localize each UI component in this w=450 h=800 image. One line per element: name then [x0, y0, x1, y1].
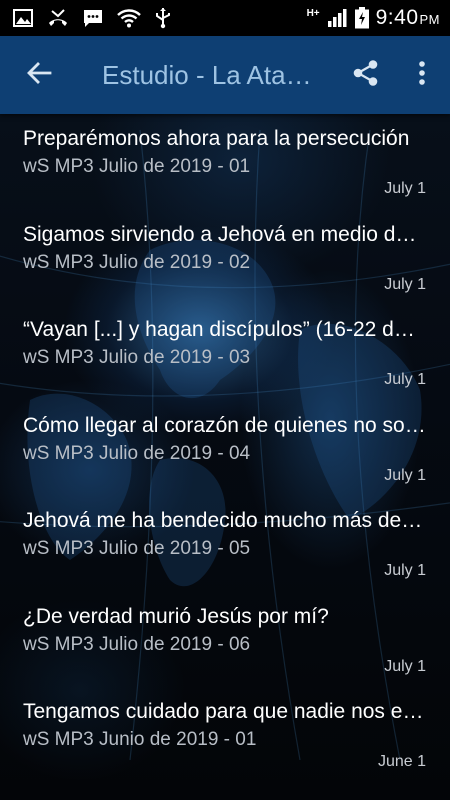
list-item[interactable]: Preparémonos ahora para la persecución w…: [0, 114, 450, 210]
status-bar: H+ 9:40PM: [0, 0, 450, 36]
item-title: ¿De verdad murió Jesús por mí?: [23, 604, 329, 628]
arrow-back-icon: [26, 61, 52, 90]
item-date: June 1: [377, 753, 426, 770]
item-date: July 1: [384, 466, 426, 484]
signal-icon: [326, 7, 348, 29]
list-item[interactable]: “Vayan [...] y hagan discípulos” (16-22 …: [0, 305, 450, 401]
usb-icon: [152, 7, 174, 29]
item-date: July 1: [384, 562, 426, 579]
item-subtitle: wS MP3 Julio de 2019 - 06: [23, 633, 251, 655]
battery-charging-icon: [354, 7, 370, 29]
item-date: July 1: [384, 371, 426, 388]
list-item[interactable]: Tengamos cuidado para que nadie nos enga…: [0, 687, 450, 783]
page-title: Estudio - La Atalaya: [102, 59, 316, 90]
item-title: Tengamos cuidado para que nadie nos enga…: [23, 700, 426, 723]
share-icon: [352, 59, 380, 92]
clock: 9:40PM: [375, 6, 440, 29]
item-subtitle: wS MP3 Julio de 2019 - 05: [23, 538, 251, 559]
image-icon: [12, 7, 34, 29]
app-bar: Estudio - La Atalaya: [0, 36, 450, 114]
list-item[interactable]: Cómo llegar al corazón de quienes no son…: [0, 401, 450, 497]
item-date: July 1: [384, 275, 426, 293]
item-title: “Vayan [...] y hagan discípulos” (16-22 …: [23, 318, 426, 341]
item-date: July 1: [384, 657, 426, 675]
item-subtitle: wS MP3 Julio de 2019 - 01: [23, 156, 251, 177]
item-title: Jehová me ha bendecido mucho más de lo q…: [23, 509, 426, 532]
network-type: H+: [306, 7, 320, 19]
item-subtitle: wS MP3 Julio de 2019 - 02: [23, 251, 251, 273]
share-button[interactable]: [338, 36, 394, 114]
item-subtitle: wS MP3 Junio de 2019 - 01: [23, 729, 257, 750]
list-item[interactable]: Sigamos sirviendo a Jehová en medio de l…: [0, 210, 450, 306]
item-title: Cómo llegar al corazón de quienes no son…: [23, 413, 426, 437]
item-title: Sigamos sirviendo a Jehová en medio de l…: [23, 222, 426, 246]
list-item[interactable]: Jehová me ha bendecido mucho más de lo q…: [0, 496, 450, 592]
missed-call-icon: [47, 7, 69, 29]
item-date: July 1: [384, 180, 426, 197]
back-button[interactable]: [0, 36, 78, 114]
more-vert-icon: [418, 60, 426, 91]
item-subtitle: wS MP3 Julio de 2019 - 04: [23, 442, 251, 464]
message-icon: [82, 7, 104, 29]
list-item[interactable]: ¿De verdad murió Jesús por mí? wS MP3 Ju…: [0, 592, 450, 688]
item-title: Preparémonos ahora para la persecución: [23, 127, 410, 150]
more-options-button[interactable]: [394, 36, 450, 114]
wifi-icon: [117, 7, 141, 29]
audio-list[interactable]: Preparémonos ahora para la persecución w…: [0, 114, 450, 800]
item-subtitle: wS MP3 Julio de 2019 - 03: [23, 347, 251, 368]
